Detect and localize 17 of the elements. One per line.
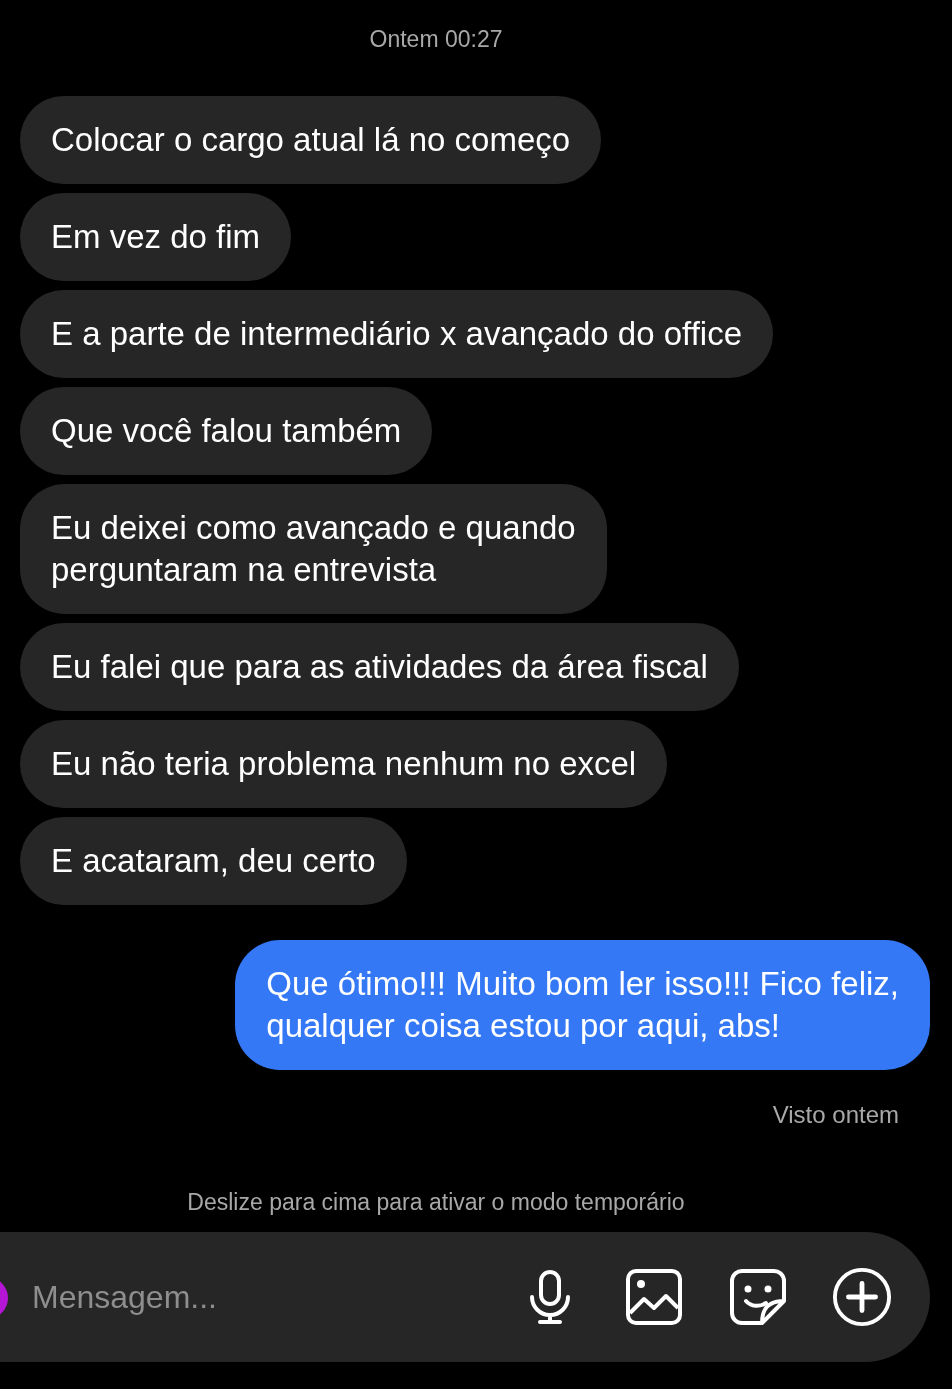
received-message: Que você falou também bbox=[20, 387, 433, 475]
message-composer[interactable]: Mensagem... bbox=[0, 1232, 930, 1362]
received-message: E a parte de intermediário x avançado do office bbox=[20, 290, 773, 378]
received-message: Eu não teria problema nenhum no excel bbox=[20, 720, 668, 808]
sticker-icon[interactable] bbox=[728, 1267, 788, 1327]
image-icon[interactable] bbox=[624, 1267, 684, 1327]
received-message: Em vez do fim bbox=[20, 193, 292, 281]
received-message: Colocar o cargo atual lá no começo bbox=[20, 96, 602, 184]
seen-status: Visto ontem bbox=[772, 1101, 899, 1129]
received-message: E acataram, deu certo bbox=[20, 817, 407, 905]
sent-message: Que ótimo!!! Muito bom ler isso!!! Fico feliz, qualquer coisa estou por aqui, abs! bbox=[235, 940, 930, 1070]
add-icon[interactable] bbox=[832, 1267, 892, 1327]
message-input[interactable]: Mensagem... bbox=[30, 1271, 520, 1323]
timestamp: Ontem 00:27 bbox=[369, 26, 503, 53]
hint-text: Deslize para cima para ativar o modo temporário bbox=[187, 1189, 685, 1216]
received-message: Eu deixei como avançado e quando perguntaram na entrevista bbox=[20, 484, 607, 614]
received-message: Eu falei que para as atividades da área fiscal bbox=[20, 623, 739, 711]
